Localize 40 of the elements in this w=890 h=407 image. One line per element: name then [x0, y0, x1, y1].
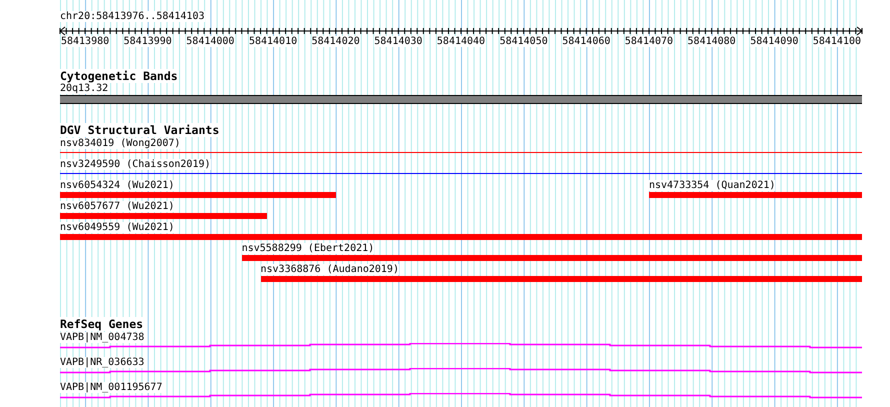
- variant-bar[interactable]: [60, 234, 862, 240]
- ruler-tick-label: 58414100: [812, 36, 862, 47]
- variant-label: nsv5588299 (Ebert2021): [242, 243, 374, 254]
- gene-label: VAPB|NM_004738: [60, 332, 144, 343]
- ruler-tick-label: 58414010: [248, 36, 298, 47]
- variant-label: nsv6054324 (Wu2021): [60, 180, 174, 191]
- variant-label: nsv6049559 (Wu2021): [60, 222, 174, 233]
- region-label: chr20:58413976..58414103: [60, 11, 204, 22]
- track-title: Cytogenetic Bands: [60, 69, 178, 83]
- ruler-tick-label: 58414070: [624, 36, 674, 47]
- variant-bar[interactable]: [648, 192, 862, 198]
- variant-bar[interactable]: [60, 213, 267, 219]
- gene-line[interactable]: [60, 368, 862, 374]
- gene-label: VAPB|NM_001195677: [60, 382, 162, 393]
- variant-line[interactable]: [60, 173, 862, 174]
- variant-bar[interactable]: [60, 192, 336, 198]
- variant-bar[interactable]: [242, 255, 862, 261]
- variant-label: nsv4733354 (Quan2021): [648, 180, 776, 191]
- variant-label: nsv834019 (Wong2007): [60, 138, 180, 149]
- ruler-tick-label: 58414000: [186, 36, 234, 47]
- ruler-tick-label: 58413980: [60, 36, 110, 47]
- ruler-tick-label: 58414030: [374, 36, 422, 47]
- gene-line[interactable]: [60, 343, 862, 349]
- variant-line[interactable]: [60, 152, 862, 153]
- ruler-tick-label: 58413990: [124, 36, 172, 47]
- ruler-tick-label: 58414060: [562, 36, 610, 47]
- ruler-tick-label: 58414020: [312, 36, 360, 47]
- track-title: RefSeq Genes: [60, 317, 144, 331]
- variant-bar[interactable]: [260, 276, 862, 282]
- variant-label: nsv6057677 (Wu2021): [60, 201, 174, 212]
- ruler-tick-label: 58414050: [500, 36, 548, 47]
- ruler-tick-label: 58414040: [436, 36, 486, 47]
- gene-label: VAPB|NR_036633: [60, 357, 144, 368]
- variant-label: nsv3368876 (Audano2019): [260, 264, 399, 275]
- ruler-tick-label: 58414090: [750, 36, 798, 47]
- band-label: 20q13.32: [60, 83, 108, 94]
- gene-line[interactable]: [60, 393, 862, 399]
- ruler-tick-label: 58414080: [688, 36, 736, 47]
- variant-label: nsv3249590 (Chaisson2019): [60, 159, 211, 170]
- track-title: DGV Structural Variants: [60, 123, 220, 137]
